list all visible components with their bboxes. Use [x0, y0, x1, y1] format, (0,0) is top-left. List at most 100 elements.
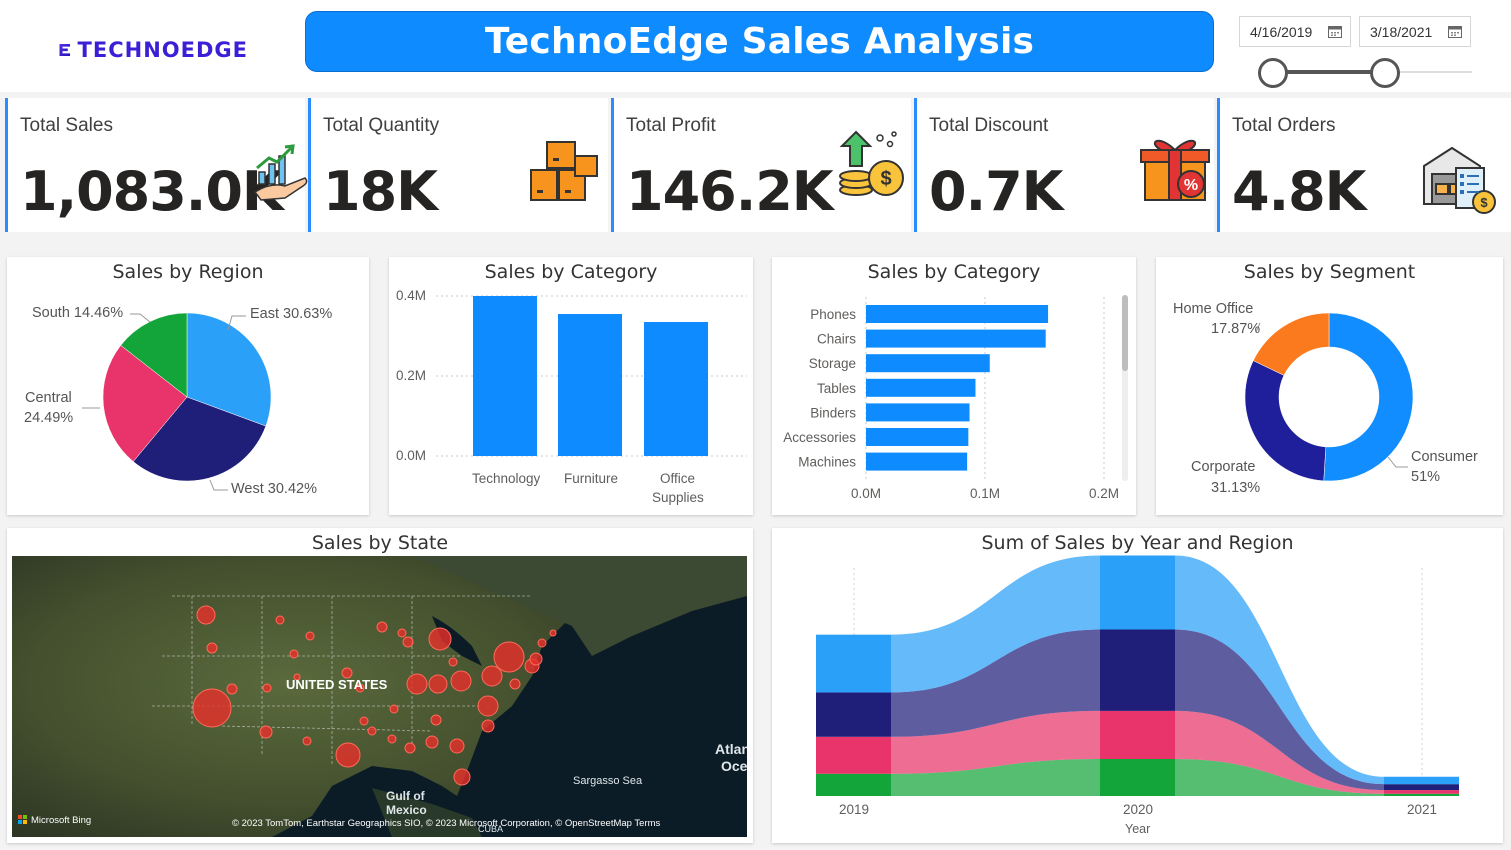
svg-text:%: % — [1184, 177, 1198, 194]
category-bars[interactable] — [473, 296, 708, 456]
start-date-input[interactable]: 4/16/2019 — [1239, 16, 1351, 47]
end-date-input[interactable]: 3/18/2021 — [1359, 16, 1471, 47]
x-tick: 0.1M — [970, 486, 1001, 501]
y-tick: 0.2M — [396, 368, 427, 383]
dashboard-title: TechnoEdge Sales Analysis — [484, 21, 1035, 62]
map-bing-label: Microsoft Bing — [31, 815, 91, 826]
ribbon-series[interactable] — [816, 555, 1459, 797]
subcategory-bar[interactable] — [866, 403, 970, 422]
svg-text:$: $ — [880, 168, 891, 190]
start-date-value: 4/16/2019 — [1250, 23, 1313, 40]
date-slider-end-handle[interactable] — [1370, 58, 1400, 88]
ribbon-block-east[interactable] — [1384, 776, 1459, 785]
segment-donut-slices[interactable] — [1244, 312, 1414, 482]
calendar-icon[interactable] — [1328, 25, 1342, 38]
ribbon-block-east[interactable] — [1100, 555, 1175, 630]
kpi-label: Total Sales — [20, 115, 113, 136]
ribbon-block-west[interactable] — [1100, 629, 1175, 711]
subcategory-bars[interactable]: Phones Chairs Storage Tables Binders Accessor… — [783, 305, 1049, 471]
kpi-value: 4.8K — [1232, 160, 1367, 223]
subcategory-label: Phones — [810, 307, 856, 322]
kpi-card-total-profit: Total Profit 146.2K $ — [611, 98, 911, 232]
map-label-country: UNITED STATES — [286, 677, 388, 692]
kpi-card-total-orders: Total Orders 4.8K $ — [1217, 98, 1511, 232]
segment-label-consumer-pct: 51% — [1411, 469, 1441, 485]
svg-text:$: $ — [1480, 195, 1488, 210]
subcategory-label: Tables — [817, 381, 856, 396]
ribbon-block-west[interactable] — [816, 692, 891, 737]
segment-label-corporate-name: Corporate — [1191, 459, 1256, 475]
kpi-value: 146.2K — [626, 160, 834, 223]
subcategory-bar-chart[interactable]: Phones Chairs Storage Tables Binders Accessor… — [772, 257, 1136, 515]
ribbon-block-east[interactable] — [816, 634, 891, 693]
map-label-ocean-line2: Oce — [721, 758, 747, 774]
category-bar[interactable] — [644, 322, 708, 456]
sales-by-region-card[interactable]: Sales by Region South 14.46% East 30.63%… — [7, 257, 369, 515]
x-tick: 2020 — [1123, 802, 1154, 817]
map-label-sea: Sargasso Sea — [573, 775, 643, 787]
sales-growth-icon — [253, 144, 308, 201]
kpi-card-total-quantity: Total Quantity 18K — [308, 98, 608, 232]
donut-slice-home-office[interactable] — [1252, 312, 1330, 376]
subcategory-bar[interactable] — [866, 305, 1049, 323]
logo-text: TECHNOEDGE — [77, 38, 248, 62]
kpi-card-total-sales: Total Sales 1,083.0K — [5, 98, 308, 232]
x-tick: Office — [660, 471, 696, 486]
kpi-label: Total Orders — [1232, 115, 1336, 136]
kpi-label: Total Profit — [626, 115, 716, 136]
subcategory-bar[interactable] — [866, 452, 968, 471]
sales-by-category-column-card[interactable]: Sales by Category 0.4M 0.2M 0.0M Technol… — [389, 257, 753, 515]
ribbon-block-central[interactable] — [1100, 710, 1175, 759]
boxes-icon — [530, 141, 598, 201]
dashboard-title-banner: TechnoEdge Sales Analysis — [305, 11, 1214, 72]
pie-label-west: West 30.42% — [231, 481, 317, 497]
region-pie-chart[interactable] — [7, 257, 369, 515]
map-canvas[interactable]: UNITED STATES Gulf of Mexico Sargasso Se… — [12, 556, 747, 837]
sales-by-subcategory-bar-card[interactable]: Sales by Category Phones Chairs Storage Tab… — [772, 257, 1136, 515]
kpi-value: 0.7K — [929, 160, 1064, 223]
segment-label-home-office-pct: 17.87% — [1211, 321, 1261, 337]
category-bar[interactable] — [558, 314, 622, 456]
scrollbar-thumb[interactable] — [1122, 295, 1128, 371]
ribbon-block-south[interactable] — [1100, 759, 1175, 796]
kpi-label: Total Discount — [929, 115, 1049, 136]
x-tick: Furniture — [564, 471, 619, 486]
sales-by-year-region-card[interactable]: Sum of Sales by Year and Region 2019 202… — [772, 528, 1503, 843]
subcategory-bar[interactable] — [866, 329, 1046, 348]
pie-label-central-pct: 24.49% — [24, 410, 74, 426]
segment-donut-chart[interactable] — [1156, 257, 1503, 515]
y-tick: 0.4M — [396, 288, 427, 303]
date-slider-start-handle[interactable] — [1258, 58, 1288, 88]
ribbon-block-south[interactable] — [816, 773, 891, 796]
x-tick: 0.2M — [1089, 486, 1120, 501]
gift-discount-icon: % — [1140, 139, 1210, 201]
pie-label-south: South 14.46% — [32, 305, 124, 321]
region-pie-slices[interactable] — [102, 312, 272, 482]
sales-by-segment-card[interactable]: Sales by Segment Home Office 17.87% Cons… — [1156, 257, 1503, 515]
x-tick: Supplies — [652, 490, 704, 505]
calendar-icon[interactable] — [1448, 25, 1462, 38]
map-label-gulf-line1: Gulf of — [386, 789, 426, 803]
map-label-gulf-line2: Mexico — [386, 803, 427, 817]
donut-slice-corporate[interactable] — [1244, 360, 1327, 482]
ribbon-block-central[interactable] — [816, 736, 891, 774]
ribbon-block-west[interactable] — [1384, 784, 1459, 791]
sales-map[interactable]: UNITED STATES Gulf of Mexico Sargasso Se… — [12, 556, 747, 837]
subcategory-bar[interactable] — [866, 354, 990, 373]
donut-slice-consumer[interactable] — [1323, 312, 1414, 482]
map-attribution[interactable]: © 2023 TomTom, Earthstar Geographics SIO… — [232, 818, 661, 829]
subcategory-bar[interactable] — [866, 378, 976, 397]
map-label-ocean-line1: Atlan — [715, 741, 747, 757]
subcategory-label: Chairs — [817, 332, 856, 347]
segment-label-consumer-name: Consumer — [1411, 449, 1478, 465]
y-tick: 0.0M — [396, 448, 427, 463]
segment-label-corporate-pct: 31.13% — [1211, 480, 1261, 496]
ribbon-chart[interactable] — [772, 528, 1503, 843]
category-bar[interactable] — [473, 296, 537, 456]
pie-label-central-name: Central — [25, 390, 72, 406]
date-slider-track[interactable] — [1272, 70, 1386, 74]
ribbon-block-central[interactable] — [1384, 790, 1459, 794]
ribbon-block-south[interactable] — [1384, 793, 1459, 796]
x-tick: 0.0M — [851, 486, 882, 501]
subcategory-bar[interactable] — [866, 428, 969, 446]
